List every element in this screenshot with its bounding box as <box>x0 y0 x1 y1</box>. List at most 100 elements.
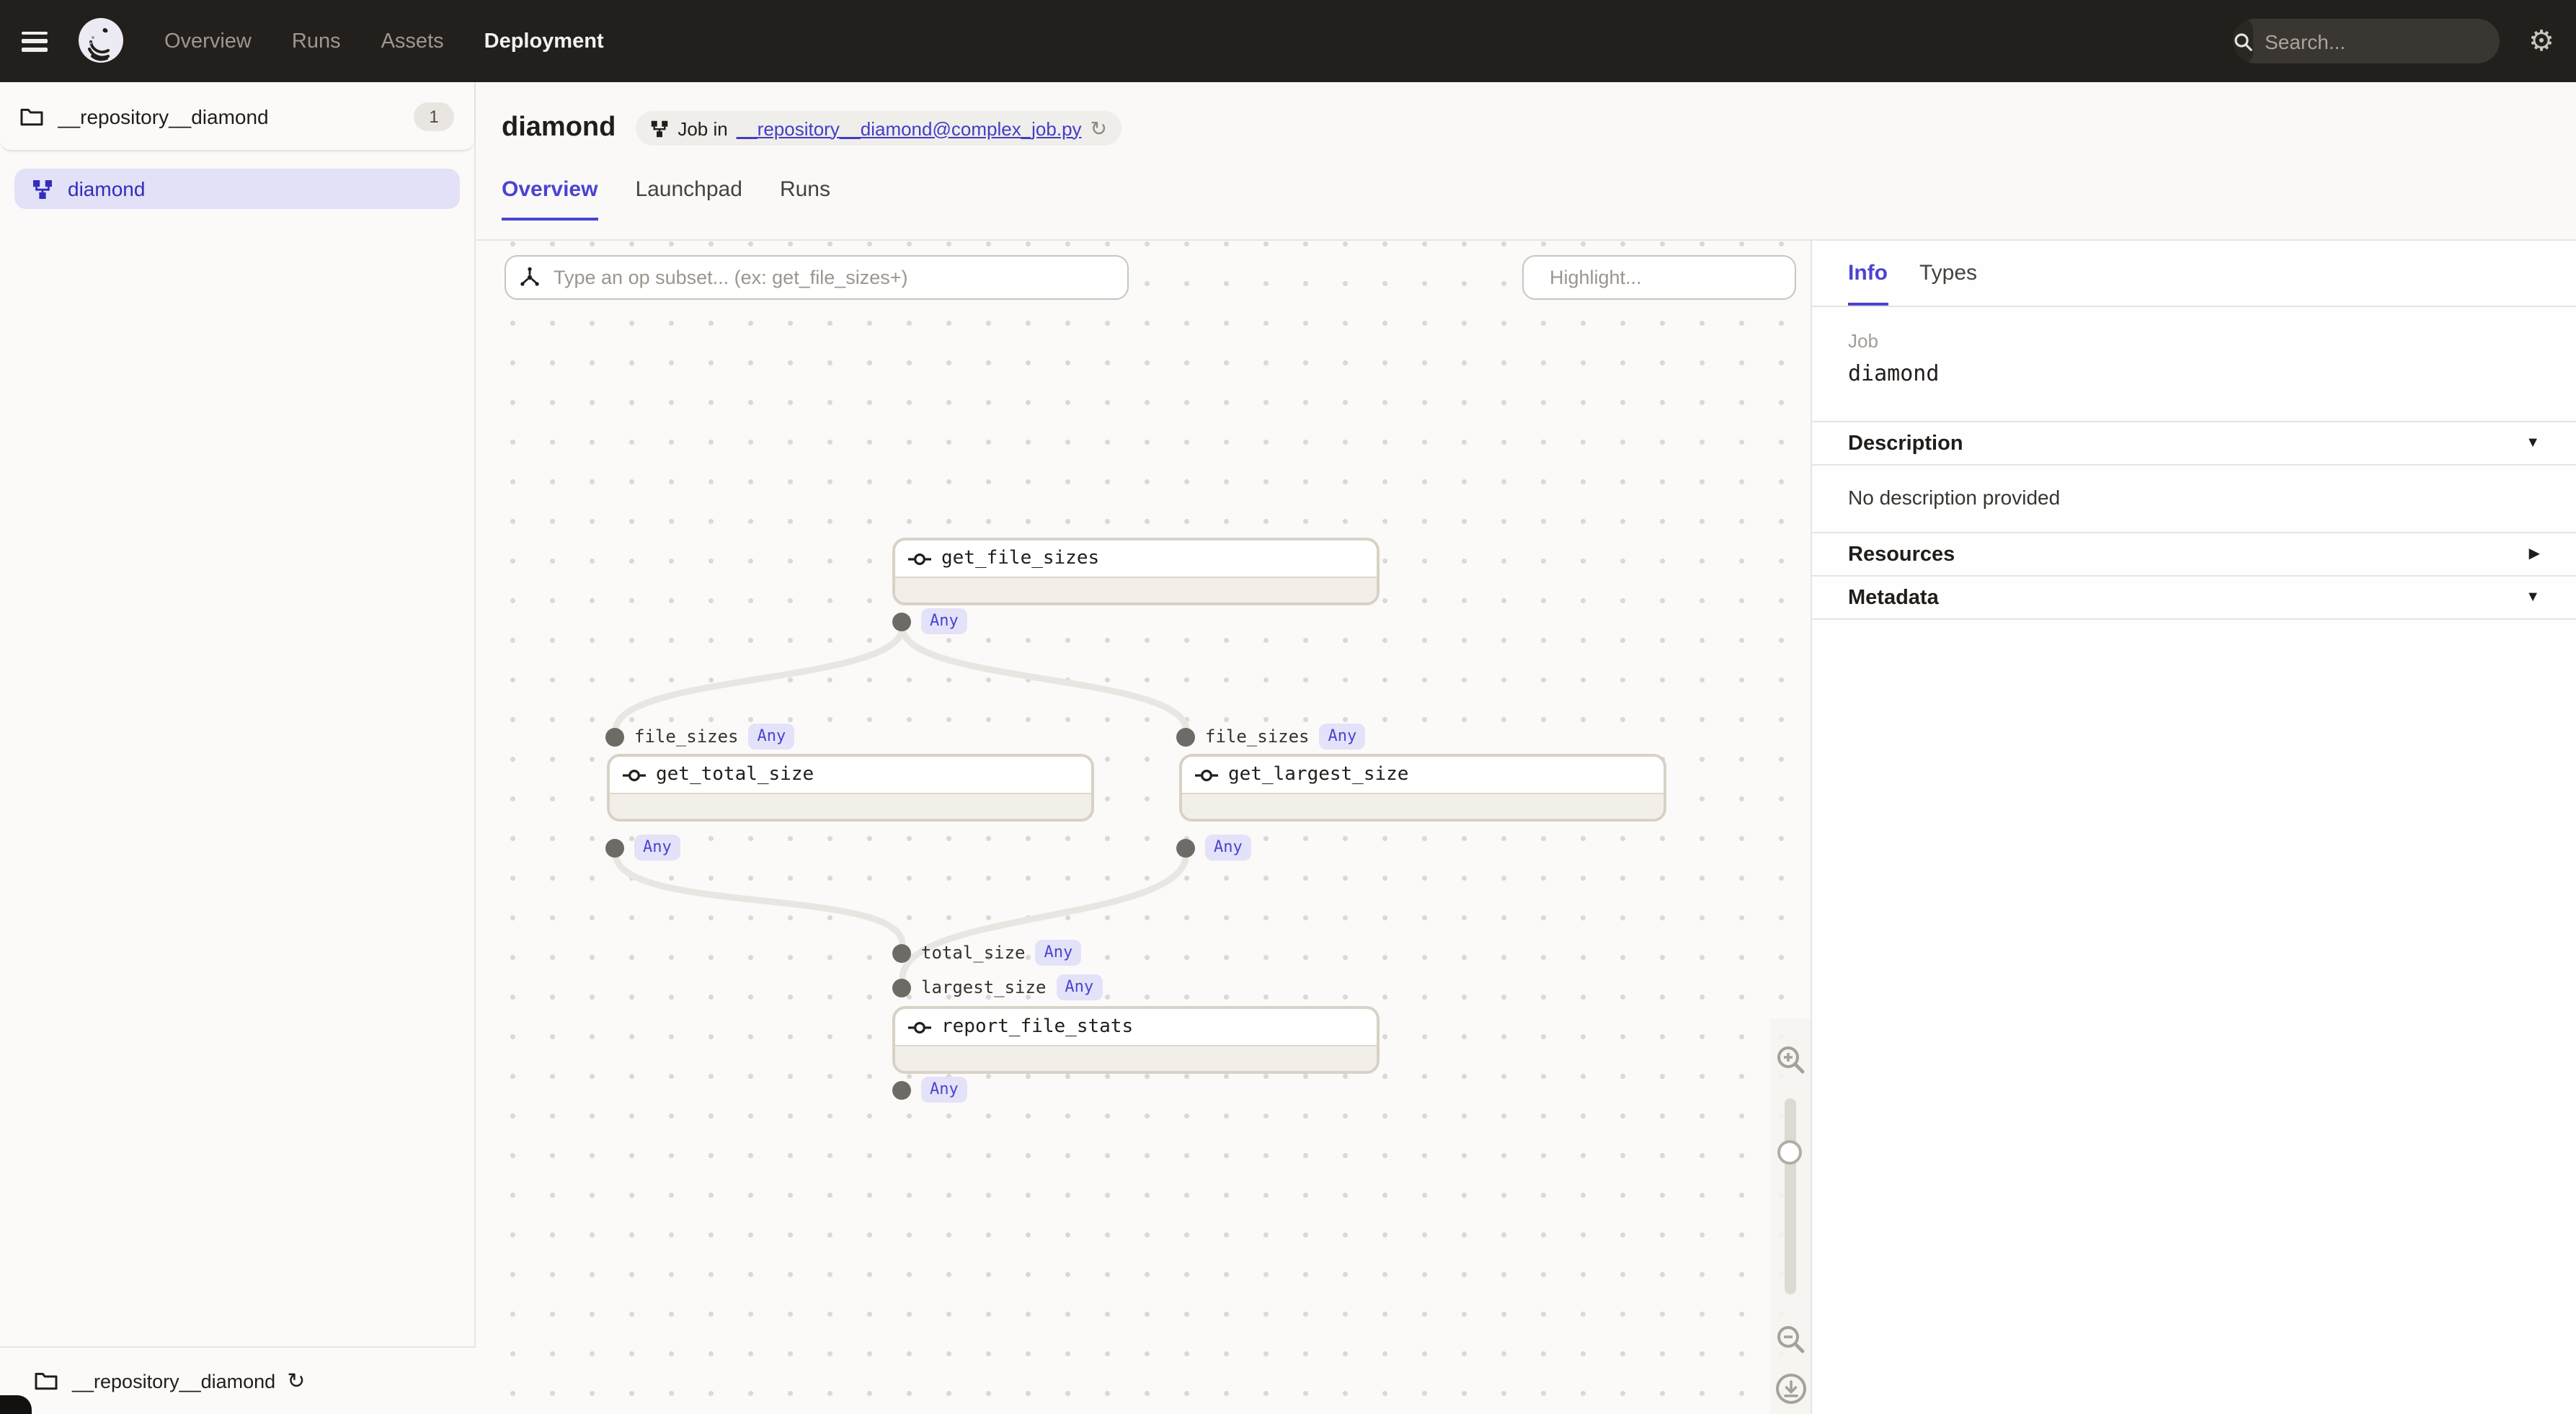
input-port-file-sizes-right: file_sizes Any <box>1176 724 1365 750</box>
port-dot-icon[interactable] <box>1176 727 1195 746</box>
description-body: No description provided <box>1812 466 2576 532</box>
page-title: diamond <box>502 112 616 144</box>
op-node-get-largest-size[interactable]: get_largest_size <box>1179 754 1666 822</box>
breadcrumb-repo-link[interactable]: __repository__diamond@complex_job.py <box>737 117 1082 139</box>
chevron-right-icon: ▶ <box>2529 546 2540 562</box>
repository-card[interactable]: __repository__diamond 1 <box>0 82 474 151</box>
tab-launchpad[interactable]: Launchpad <box>635 177 742 221</box>
edge <box>616 853 902 944</box>
nav-item-deployment[interactable]: Deployment <box>484 30 604 53</box>
op-icon <box>1195 768 1218 782</box>
chevron-down-icon: ▼ <box>2526 590 2540 605</box>
job-tabs: Overview Launchpad Runs <box>502 177 2576 221</box>
info-panel: Info Types Job diamond Description ▼ No … <box>1811 241 2576 1414</box>
type-badge[interactable]: Any <box>921 1077 967 1103</box>
search-input[interactable] <box>2253 30 2500 53</box>
op-node-body <box>895 577 1377 602</box>
zoom-in-icon[interactable] <box>1775 1044 1806 1075</box>
top-nav-bar: Overview Runs Assets Deployment / ⚙ <box>0 0 2576 82</box>
edge <box>616 627 902 731</box>
chevron-down-icon: ▼ <box>2526 435 2540 451</box>
job-kicker-label: Job <box>1848 330 2540 352</box>
section-title: Resources <box>1848 543 1955 566</box>
port-dot-icon[interactable] <box>605 838 624 857</box>
dagster-app: Overview Runs Assets Deployment / ⚙ __re… <box>0 0 2576 1414</box>
download-graph-icon[interactable] <box>1775 1372 1808 1405</box>
nav-item-assets[interactable]: Assets <box>381 30 444 53</box>
info-panel-tabs: Info Types <box>1812 241 2576 306</box>
job-name-value: diamond <box>1848 360 2540 386</box>
job-icon <box>32 178 53 200</box>
output-port-get-largest-size: Any <box>1176 835 1251 861</box>
zoom-out-icon[interactable] <box>1775 1323 1806 1355</box>
op-node-title: report_file_stats <box>941 1016 1133 1038</box>
nav-item-runs[interactable]: Runs <box>292 30 341 53</box>
type-badge[interactable]: Any <box>1036 941 1082 966</box>
op-node-get-file-sizes[interactable]: get_file_sizes <box>892 538 1380 605</box>
graph-edges <box>476 241 1811 1414</box>
op-subset-filter <box>505 255 1129 300</box>
tab-runs[interactable]: Runs <box>780 177 830 221</box>
port-dot-icon[interactable] <box>892 943 911 962</box>
sidebar-footer: __repository__diamond ↻ <box>0 1346 476 1414</box>
folder-icon <box>20 107 43 127</box>
type-badge[interactable]: Any <box>1056 975 1102 1000</box>
section-description[interactable]: Description ▼ <box>1812 422 2576 464</box>
output-port-report-file-stats: Any <box>892 1077 967 1103</box>
settings-gear-icon[interactable]: ⚙ <box>2528 27 2554 55</box>
job-icon <box>650 119 669 138</box>
op-subset-input[interactable] <box>551 265 1114 290</box>
tab-overview[interactable]: Overview <box>502 177 598 221</box>
port-dot-icon[interactable] <box>1176 838 1195 857</box>
repository-count-badge: 1 <box>414 102 454 131</box>
type-badge[interactable]: Any <box>749 724 795 750</box>
repository-name: __repository__diamond <box>58 105 414 128</box>
zoom-slider-handle[interactable] <box>1777 1140 1802 1165</box>
highlight-input[interactable] <box>1547 265 1808 290</box>
type-badge[interactable]: Any <box>1205 835 1251 861</box>
left-sidebar: __repository__diamond 1 diamond __reposi… <box>0 82 476 1414</box>
port-name: file_sizes <box>634 726 739 747</box>
job-meta-block: Job diamond <box>1812 307 2576 421</box>
breadcrumb-prefix: Job in <box>678 117 727 139</box>
op-graph-canvas[interactable]: get_file_sizes Any file_sizes Any get_to… <box>476 241 1811 1414</box>
tab-info[interactable]: Info <box>1848 261 1888 306</box>
op-node-get-total-size[interactable]: get_total_size <box>607 754 1094 822</box>
sidebar-item-diamond[interactable]: diamond <box>14 169 460 209</box>
op-icon <box>908 551 931 566</box>
op-node-title: get_largest_size <box>1228 764 1408 786</box>
folder-icon <box>35 1371 58 1391</box>
hamburger-menu-icon[interactable] <box>22 31 48 51</box>
section-resources[interactable]: Resources ▶ <box>1812 533 2576 575</box>
input-port-total-size: total_size Any <box>892 940 1081 966</box>
reload-repository-icon[interactable]: ↻ <box>287 1370 305 1392</box>
nav-item-overview[interactable]: Overview <box>164 30 252 53</box>
reload-job-icon[interactable]: ↻ <box>1091 118 1107 138</box>
section-metadata[interactable]: Metadata ▼ <box>1812 577 2576 618</box>
op-node-body <box>610 793 1091 819</box>
global-search[interactable]: / <box>2233 19 2500 63</box>
op-node-report-file-stats[interactable]: report_file_stats <box>892 1006 1380 1074</box>
op-node-body <box>1182 793 1664 819</box>
zoom-slider-track[interactable] <box>1785 1098 1796 1294</box>
port-name: largest_size <box>921 977 1046 997</box>
input-port-file-sizes-left: file_sizes Any <box>605 724 794 750</box>
port-dot-icon[interactable] <box>605 727 624 746</box>
port-dot-icon[interactable] <box>892 1080 911 1099</box>
port-dot-icon[interactable] <box>892 612 911 631</box>
type-badge[interactable]: Any <box>634 835 680 861</box>
input-port-largest-size: largest_size Any <box>892 974 1102 1000</box>
edge <box>902 627 1186 731</box>
port-name: total_size <box>921 943 1026 963</box>
job-header: diamond Job in __repository__diamond@com… <box>476 82 2576 241</box>
output-port-get-total-size: Any <box>605 835 680 861</box>
type-badge[interactable]: Any <box>1320 724 1366 750</box>
dagster-logo-icon[interactable] <box>74 14 128 68</box>
op-node-body <box>895 1045 1377 1071</box>
output-port-get-file-sizes: Any <box>892 608 967 634</box>
tab-types[interactable]: Types <box>1919 261 1977 306</box>
type-badge[interactable]: Any <box>921 609 967 634</box>
port-dot-icon[interactable] <box>892 978 911 997</box>
op-icon <box>908 1020 931 1034</box>
primary-nav: Overview Runs Assets Deployment <box>164 30 604 53</box>
